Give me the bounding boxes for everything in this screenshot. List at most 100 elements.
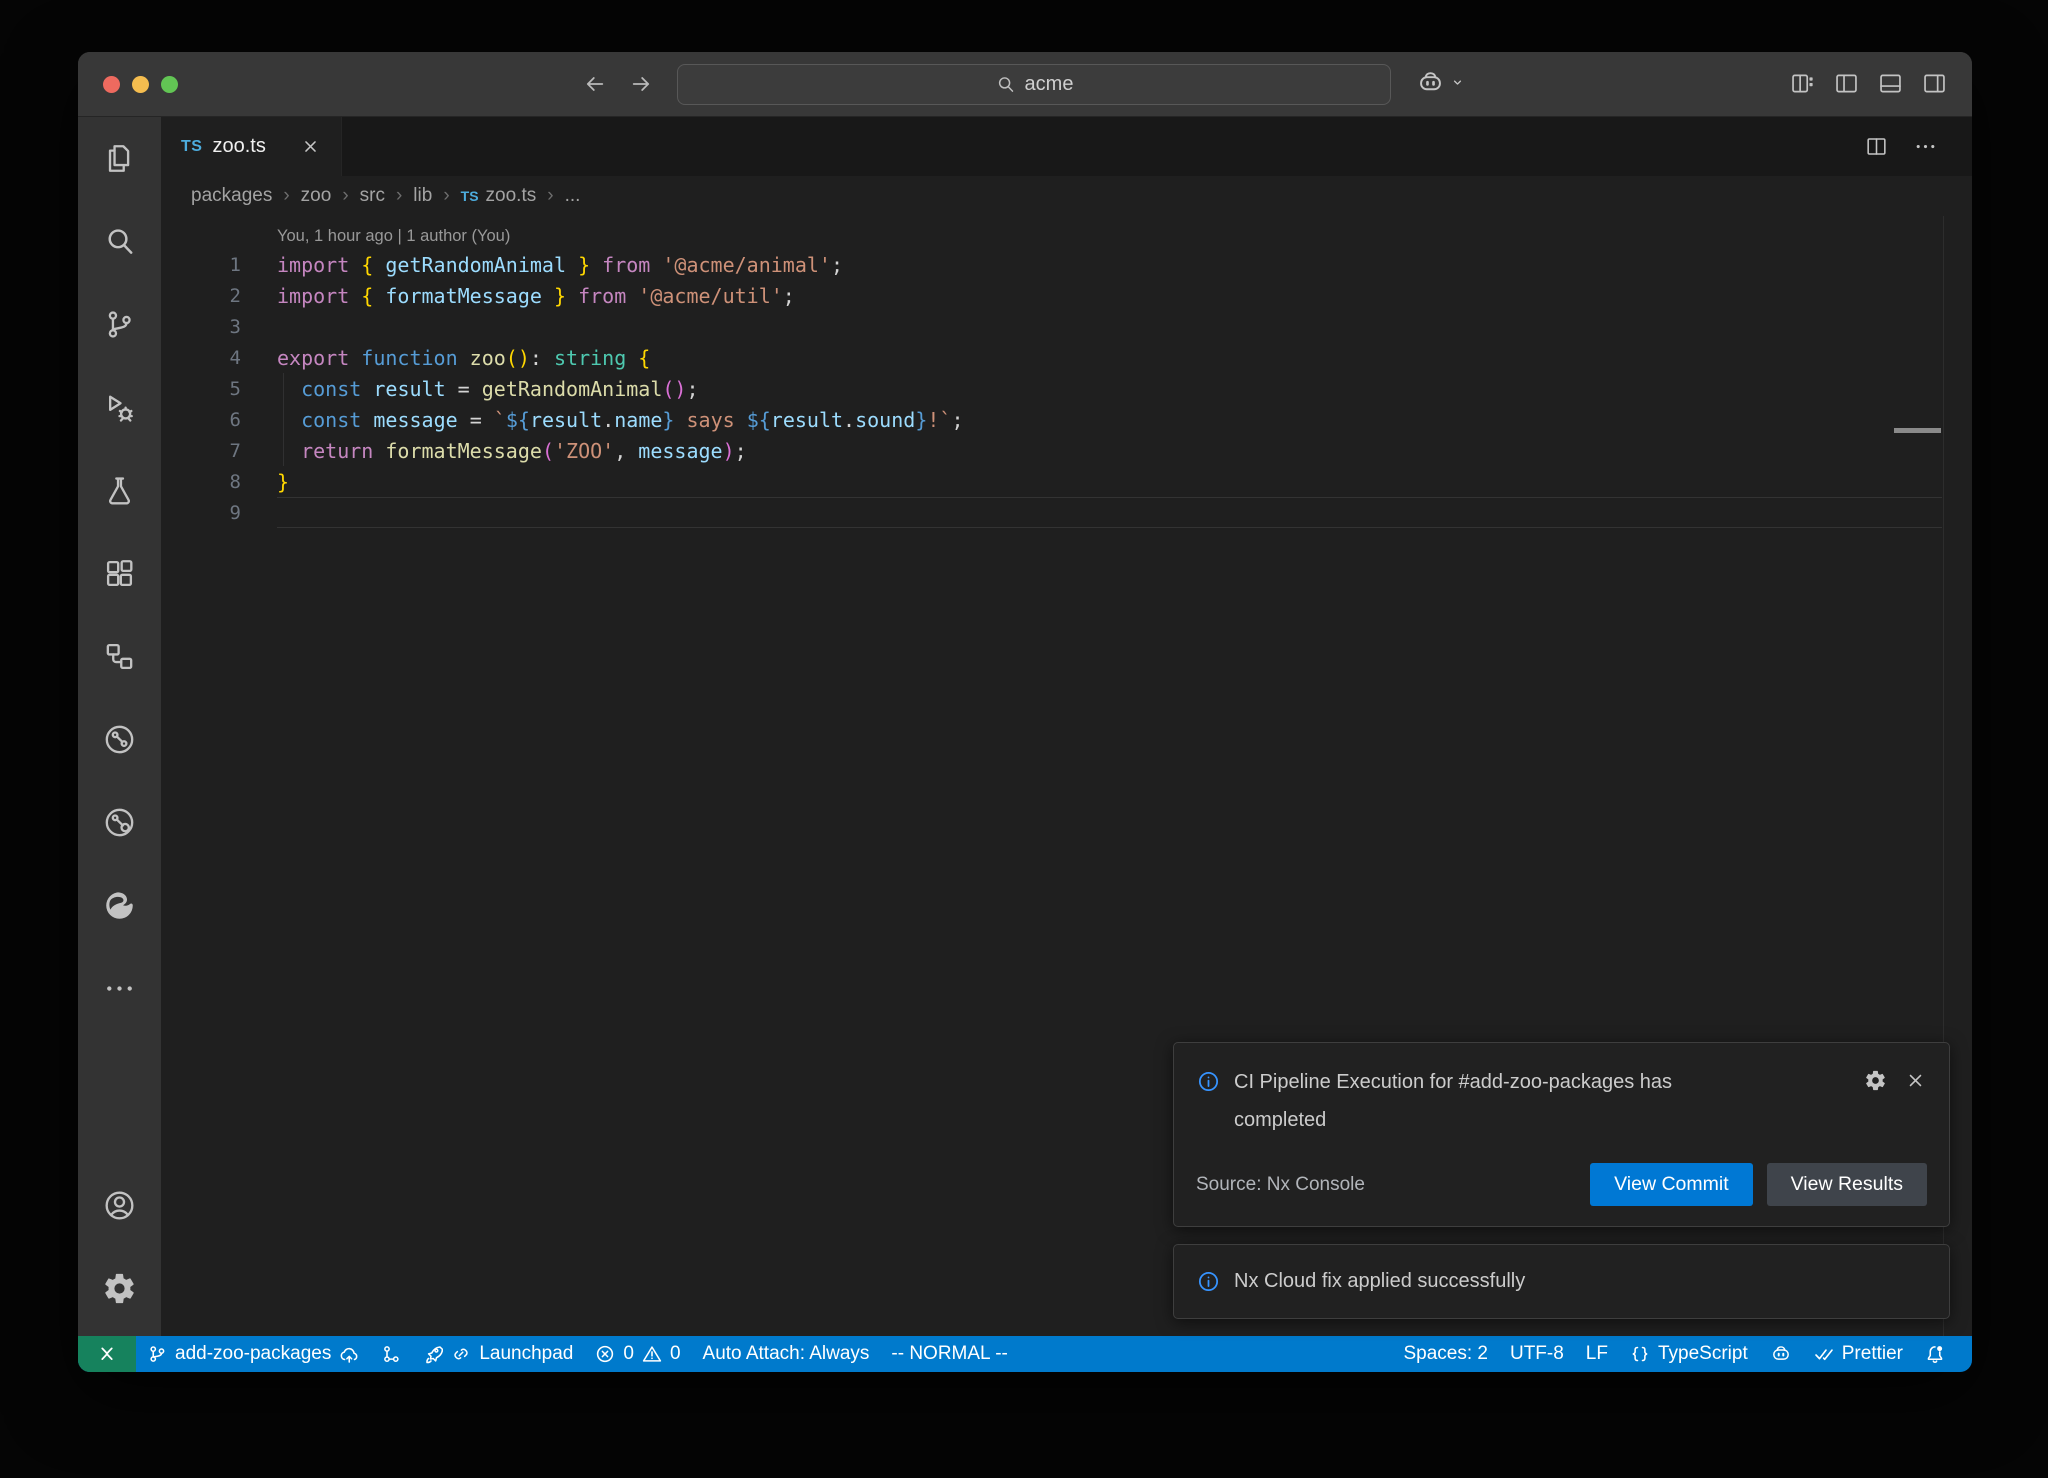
status-encoding-label: UTF-8 — [1510, 1343, 1564, 1365]
breadcrumb-separator: › — [396, 185, 402, 207]
status-git-branch-label: add-zoo-packages — [175, 1343, 331, 1365]
status-eol[interactable]: LF — [1575, 1336, 1619, 1372]
code-line-3[interactable]: 3 — [161, 311, 1972, 342]
code-line-4[interactable]: 4export function zoo(): string { — [161, 342, 1972, 373]
toggle-primary-sidebar-button[interactable] — [1833, 70, 1860, 97]
code-text: export function zoo(): string { — [277, 346, 650, 370]
status-encoding[interactable]: UTF-8 — [1499, 1336, 1575, 1372]
activity-nx-console[interactable] — [78, 698, 161, 781]
nx-cloud-toast: Nx Cloud fix applied successfully — [1173, 1244, 1950, 1319]
breadcrumb-item-src[interactable]: src — [360, 185, 385, 207]
view-results-button[interactable]: View Results — [1767, 1163, 1927, 1206]
bell-dot-icon — [1925, 1344, 1945, 1364]
forward-button[interactable] — [629, 72, 653, 96]
braces-icon — [1630, 1344, 1650, 1364]
status-nx-launchpad[interactable]: Launchpad — [412, 1336, 584, 1372]
status-vim-mode-label: -- NORMAL -- — [891, 1343, 1007, 1365]
indent-guide — [283, 373, 284, 404]
breadcrumb-item-file[interactable]: TSzoo.ts — [461, 185, 537, 207]
code-line-1[interactable]: 1import { getRandomAnimal } from '@acme/… — [161, 249, 1972, 280]
status-auto-attach-label: Auto Attach: Always — [703, 1343, 870, 1365]
tab-zoo-ts[interactable]: TS zoo.ts — [161, 117, 342, 176]
status-indentation[interactable]: Spaces: 2 — [1392, 1336, 1499, 1372]
toggle-secondary-sidebar-button[interactable] — [1921, 70, 1948, 97]
status-git-graph[interactable] — [370, 1336, 412, 1372]
extensions-icon — [102, 556, 137, 591]
indent-guide — [283, 404, 284, 435]
split-editor-button[interactable] — [1864, 134, 1889, 159]
link-icon — [451, 1344, 471, 1364]
status-remote-indicator[interactable] — [78, 1336, 136, 1372]
copilot-icon — [1416, 68, 1445, 97]
activity-nx-cloud[interactable] — [78, 781, 161, 864]
tab-title: zoo.ts — [212, 135, 265, 158]
search-icon — [102, 224, 137, 259]
tab-close-icon[interactable] — [300, 136, 321, 157]
editor-more-actions[interactable] — [1913, 134, 1938, 159]
copilot-menu[interactable] — [1416, 68, 1467, 97]
cloud-upload-icon — [339, 1344, 359, 1364]
notification-center: CI Pipeline Execution for #add-zoo-packa… — [1173, 1042, 1950, 1319]
status-git-branch[interactable]: add-zoo-packages — [136, 1336, 370, 1372]
zoom-window-button[interactable] — [161, 76, 178, 93]
breadcrumb-separator: › — [283, 185, 289, 207]
activity-edge-tools[interactable] — [78, 864, 161, 947]
nx-a-icon — [102, 722, 137, 757]
activity-extensions[interactable] — [78, 532, 161, 615]
line-number: 2 — [161, 285, 241, 307]
references-icon — [102, 639, 137, 674]
ci-pipeline-toast: CI Pipeline Execution for #add-zoo-packa… — [1173, 1042, 1950, 1227]
minimize-window-button[interactable] — [132, 76, 149, 93]
breadcrumb-item-packages[interactable]: packages — [191, 185, 272, 207]
status-problems[interactable]: 00 — [584, 1336, 691, 1372]
activity-source-control[interactable] — [78, 283, 161, 366]
indent-guide — [283, 435, 284, 466]
status-eol-label: LF — [1586, 1343, 1608, 1365]
activity-manage[interactable] — [78, 1247, 161, 1330]
code-line-5[interactable]: 5 const result = getRandomAnimal(); — [161, 373, 1972, 404]
code-line-2[interactable]: 2import { formatMessage } from '@acme/ut… — [161, 280, 1972, 311]
notification-settings-icon[interactable] — [1864, 1069, 1887, 1092]
customize-layout-button[interactable] — [1789, 70, 1816, 97]
status-problems-label: 0 — [623, 1343, 634, 1365]
breadcrumb-item-zoo[interactable]: zoo — [301, 185, 332, 207]
activity-accounts[interactable] — [78, 1164, 161, 1247]
view-commit-button[interactable]: View Commit — [1590, 1163, 1753, 1206]
activity-additional-views[interactable] — [78, 947, 161, 1030]
breadcrumb-item-symbol[interactable]: ... — [565, 185, 581, 207]
debug-icon — [102, 390, 137, 425]
notification-message: Nx Cloud fix applied successfully — [1234, 1269, 1927, 1294]
command-center-search[interactable]: acme — [677, 64, 1391, 105]
breadcrumb-separator: › — [443, 185, 449, 207]
activity-run-and-debug[interactable] — [78, 366, 161, 449]
code-line-9[interactable]: 9 — [161, 497, 1972, 528]
code-line-8[interactable]: 8} — [161, 466, 1972, 497]
close-window-button[interactable] — [103, 76, 120, 93]
line-number: 3 — [161, 316, 241, 338]
breadcrumb-separator: › — [547, 185, 553, 207]
status-formatter[interactable]: Prettier — [1803, 1336, 1914, 1372]
status-copilot-status[interactable] — [1759, 1336, 1803, 1372]
activity-remote-explorer[interactable] — [78, 615, 161, 698]
status-language-mode[interactable]: TypeScript — [1619, 1336, 1759, 1372]
notification-source: Source: Nx Console — [1196, 1174, 1365, 1196]
activity-testing[interactable] — [78, 449, 161, 532]
code-line-6[interactable]: 6 const message = `${result.name} says $… — [161, 404, 1972, 435]
status-nx-launchpad-label: Launchpad — [479, 1343, 573, 1365]
codelens-blame[interactable]: You, 1 hour ago | 1 author (You) — [277, 222, 1972, 249]
breadcrumb: packages›zoo›src›lib›TSzoo.ts›... — [161, 176, 1972, 216]
code-line-7[interactable]: 7 return formatMessage('ZOO', message); — [161, 435, 1972, 466]
error-icon — [595, 1344, 615, 1364]
activity-search[interactable] — [78, 200, 161, 283]
status-vim-mode[interactable]: -- NORMAL -- — [880, 1336, 1018, 1372]
status-auto-attach[interactable]: Auto Attach: Always — [692, 1336, 881, 1372]
toggle-panel-button[interactable] — [1877, 70, 1904, 97]
info-icon — [1196, 1269, 1221, 1294]
git-graph-icon — [381, 1344, 401, 1364]
line-number: 7 — [161, 440, 241, 462]
breadcrumb-item-lib[interactable]: lib — [413, 185, 432, 207]
status-notifications-bell[interactable] — [1914, 1336, 1956, 1372]
notification-close-icon[interactable] — [1904, 1069, 1927, 1092]
activity-explorer[interactable] — [78, 117, 161, 200]
back-button[interactable] — [583, 72, 607, 96]
